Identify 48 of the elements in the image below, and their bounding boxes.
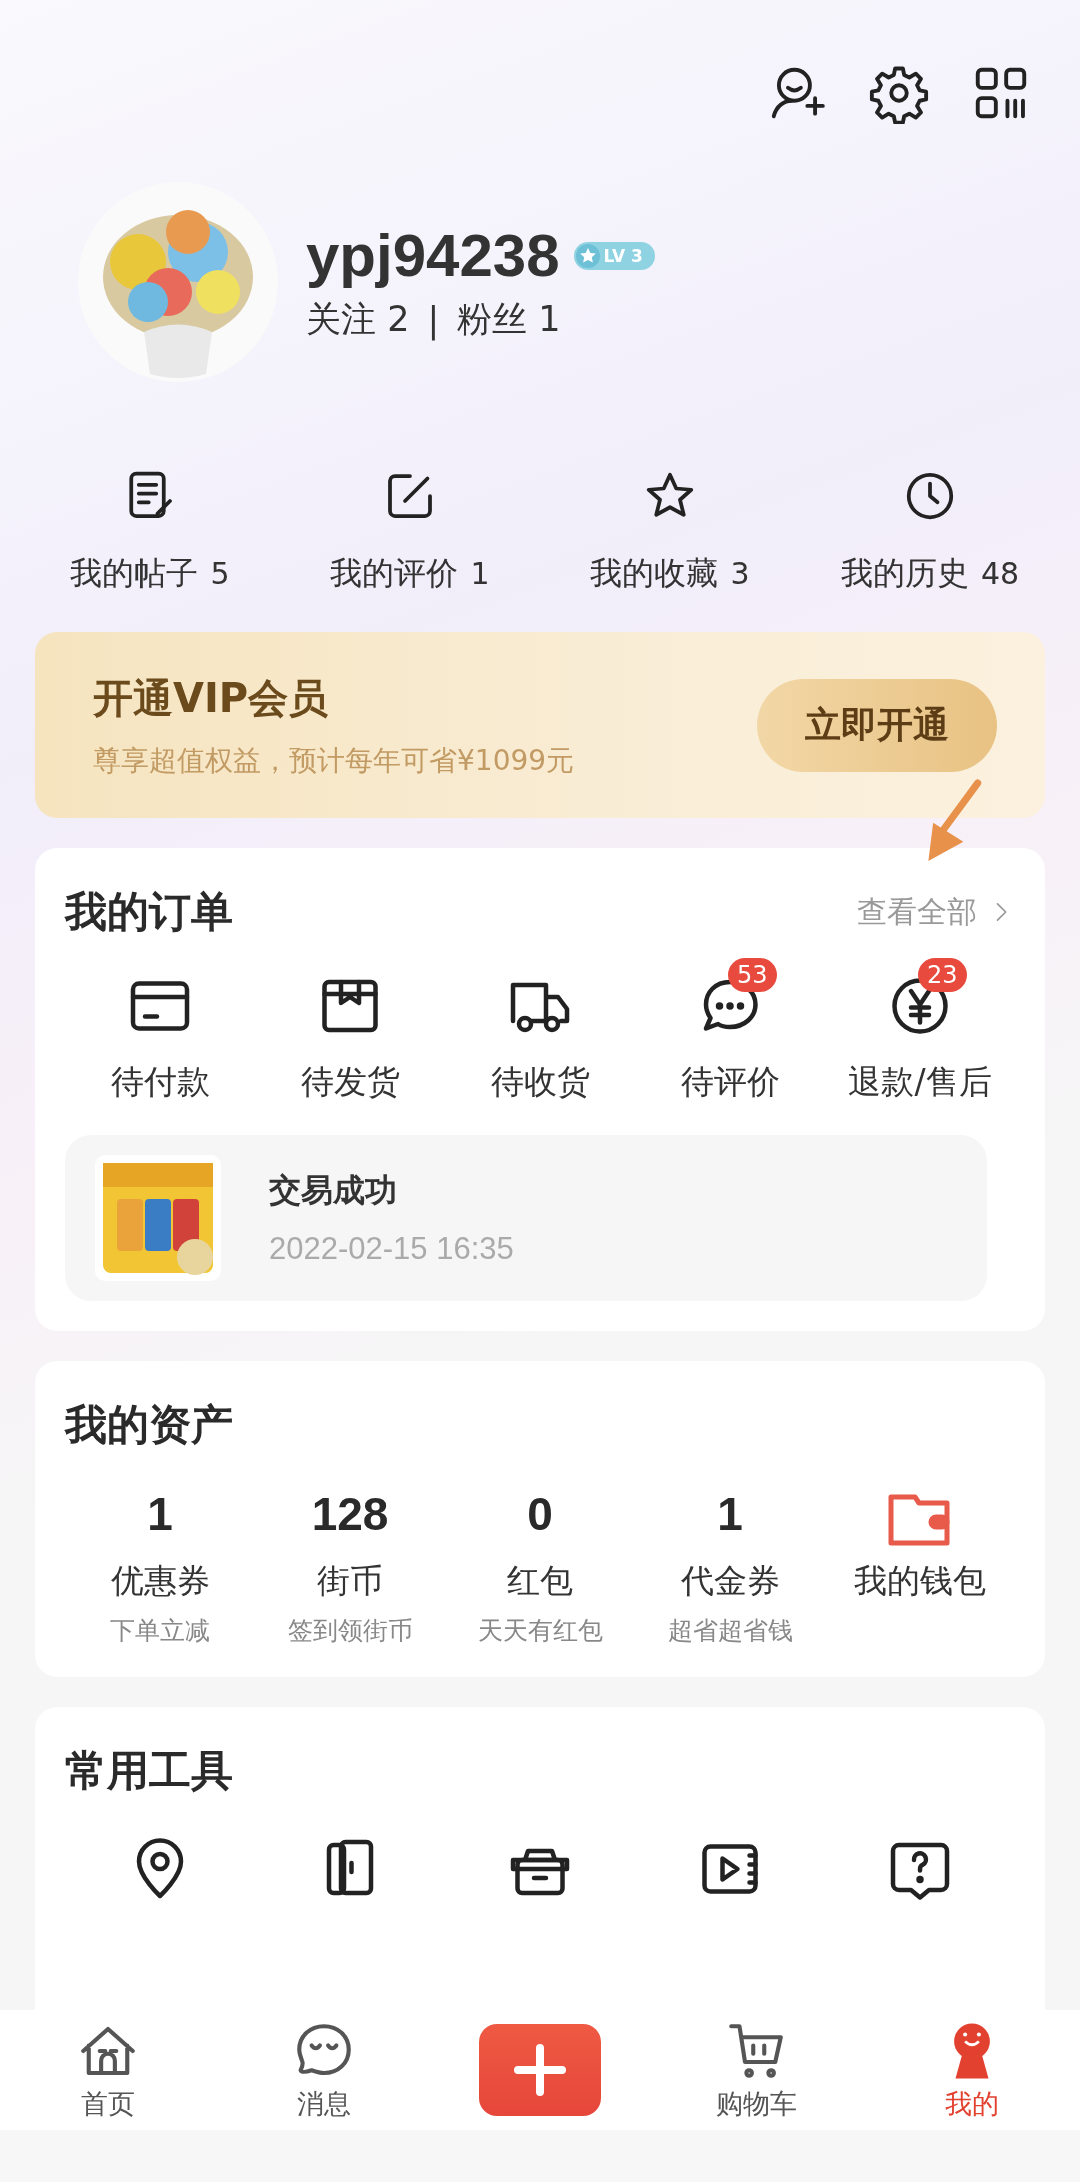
order-status-label[interactable]: 待发货 [300,1060,400,1105]
asset-note: 天天有红包 [477,1615,603,1647]
activate-button[interactable]: 立即开通 [757,678,997,772]
shortcut-label[interactable]: 我的评价 [330,552,459,596]
order-status-label[interactable]: 待付款 [110,1060,210,1105]
section-title: 常用工具 [65,1746,233,1795]
shortcut-label[interactable]: 我的帖子 [70,552,199,596]
asset-label[interactable]: 我的钱包 [854,1559,986,1604]
count-badge: 23 [918,958,967,992]
separator: | [427,299,440,340]
vip-title: 开通VIP会员 [93,673,330,723]
shortcut-label[interactable]: 我的收藏 [590,552,719,596]
shortcut-count: 1 [470,556,490,591]
vip-subtitle: 尊享超值权益，预计每年可省¥1099元 [93,742,575,779]
asset-label[interactable]: 优惠券 [110,1559,210,1604]
order-status-label[interactable]: 退款/售后 [848,1060,992,1105]
level-badge: LV 3 [573,241,655,270]
nav-tab[interactable]: 消息 [216,2018,432,2122]
asset-value: 1 [147,1487,173,1542]
plus-icon [512,2042,568,2098]
order-time: 2022-02-15 16:35 [269,1231,514,1267]
following-count[interactable]: 关注 2 [306,296,410,343]
order-status-label[interactable]: 待收货 [490,1060,590,1105]
asset-note: 签到领街币 [287,1615,413,1647]
section-title: 我的资产 [65,1400,233,1449]
section-title: 我的订单 [65,886,233,938]
asset-note: 下单立减 [110,1615,210,1647]
asset-label[interactable]: 代金券 [680,1559,780,1604]
shortcut-label[interactable]: 我的历史 [840,552,969,596]
latest-order[interactable]: 交易成功 2022-02-15 16:35 [65,1135,987,1301]
asset-note: 超省超省钱 [667,1615,793,1647]
asset-value: 0 [527,1487,553,1542]
order-status: 交易成功 [269,1170,398,1211]
nav-tab[interactable]: 首页 [0,2018,216,2122]
asset-value: 1 [717,1487,743,1542]
asset-label[interactable]: 街币 [317,1559,383,1604]
nav-tab[interactable]: 我的 [864,2018,1080,2122]
followers-count[interactable]: 粉丝 1 [457,296,561,343]
order-status-label[interactable]: 待评价 [680,1060,780,1105]
nav-tab[interactable]: 购物车 [648,2018,864,2122]
shortcut-count: 3 [730,556,750,591]
shortcut-count: 5 [210,556,230,591]
asset-value: 128 [311,1487,389,1542]
count-badge: 53 [728,958,777,992]
username: ypj94238 [306,221,560,290]
shortcut-count: 48 [980,556,1020,591]
add-button[interactable] [479,2024,601,2116]
asset-label[interactable]: 红包 [507,1559,573,1604]
